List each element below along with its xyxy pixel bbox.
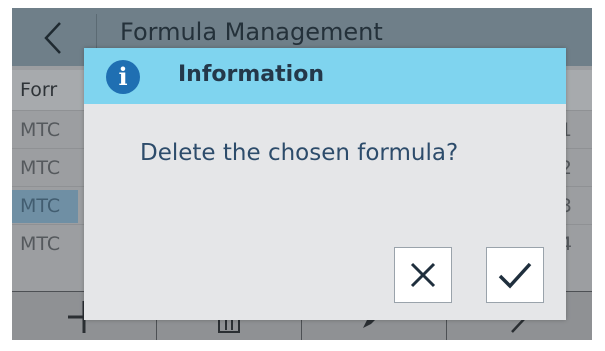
- info-icon: i: [106, 60, 140, 94]
- formula-name: MTC: [20, 119, 61, 141]
- close-icon: [410, 262, 436, 288]
- dialog-message: Delete the chosen formula?: [140, 140, 459, 166]
- page-title: Formula Management: [120, 18, 383, 46]
- formula-name: MTC: [20, 195, 61, 217]
- chevron-left-icon: [44, 22, 61, 54]
- formula-name: MTC: [20, 233, 61, 255]
- cancel-button[interactable]: [394, 247, 452, 303]
- list-header-label: Forr: [20, 79, 58, 101]
- information-dialog: i Information Delete the chosen formula?: [84, 48, 566, 320]
- check-icon: [498, 262, 532, 289]
- screen: Formula Management Forr MTC 01 MTC 02 MT…: [12, 8, 592, 340]
- confirm-button[interactable]: [486, 247, 544, 303]
- formula-name: MTC: [20, 157, 61, 179]
- device-frame: Formula Management Forr MTC 01 MTC 02 MT…: [0, 0, 605, 351]
- dialog-header: i Information: [84, 48, 566, 104]
- dialog-title: Information: [178, 62, 324, 87]
